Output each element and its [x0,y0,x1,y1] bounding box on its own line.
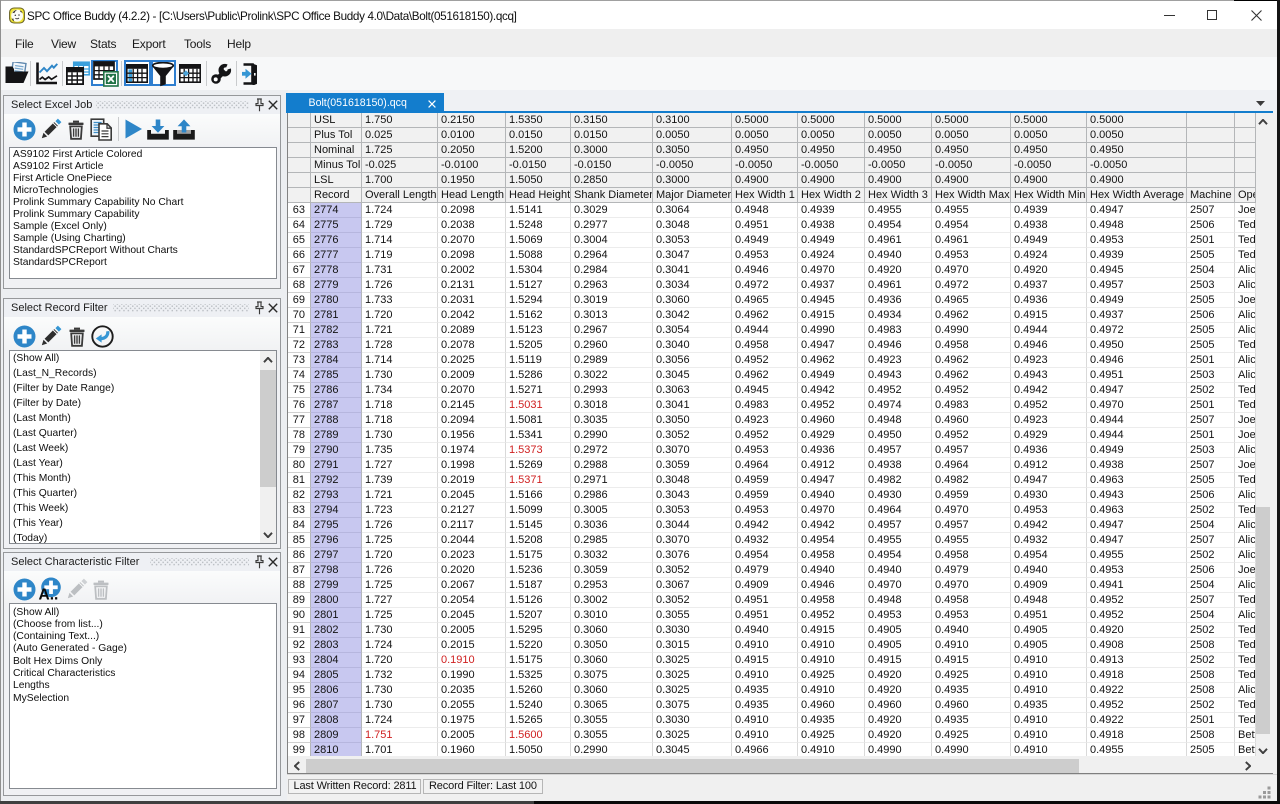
svg-text:A..: A.. [39,586,59,602]
